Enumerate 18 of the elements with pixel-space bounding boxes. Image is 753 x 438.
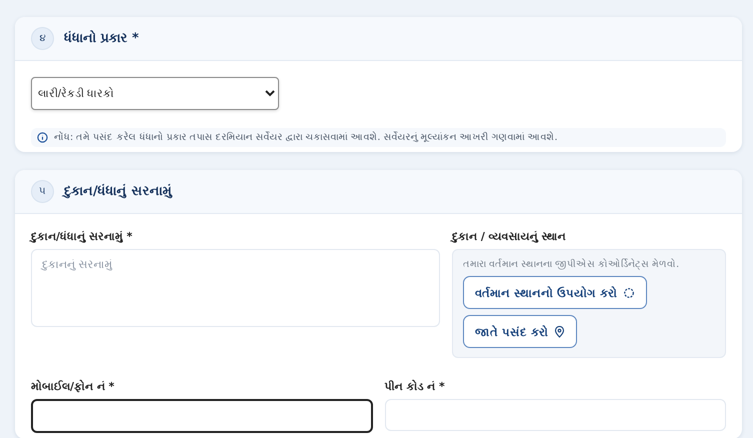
field-label: પીન કોડ નં *: [384, 380, 446, 393]
field-label: દુકાન / વ્યવસાયનું સ્થાન: [452, 230, 567, 243]
info-icon: [37, 132, 48, 143]
step-number: ૫: [31, 180, 54, 203]
location-hint: તમારા વર્તમાન સ્થાનના જીપીએસ કોઓર્ડિનેટ્સ મેળવો.: [463, 259, 680, 270]
pick-location-button[interactable]: જાતે પસંદ કરો: [463, 315, 578, 348]
field-label: દુકાન/ધંધાનું સરનામું *: [31, 230, 134, 243]
step-number: ૪: [31, 27, 54, 50]
field-label: મોબાઈલ/ફોન નં *: [31, 380, 116, 393]
section-title: ધંધાનો પ્રકાર *: [64, 31, 139, 46]
section-title: દુકાન/ધંધાનું સરનામું: [64, 184, 172, 199]
target-icon: [623, 286, 636, 298]
input-field[interactable]: [31, 399, 372, 433]
note-text: નોંધ: તમે પસંદ કરેલ ધંધાનો પ્રકાર તપાસ દરમિયાન સર્વેયર દ્વારા ચકાસવામાં આવશે. સર્વેયરનું મૂલ્યાંકન આખરી ગણવામાં આવશે.: [54, 132, 558, 143]
business-type-select[interactable]: લારી/રેકડી ધારકો: [31, 77, 279, 110]
current-location-button[interactable]: વર્તમાન સ્થાનનો ઉપયોગ કરો: [463, 276, 648, 309]
address-field[interactable]: દુકાનનું સરનામું: [31, 249, 440, 327]
location-pin-icon: [554, 326, 566, 338]
